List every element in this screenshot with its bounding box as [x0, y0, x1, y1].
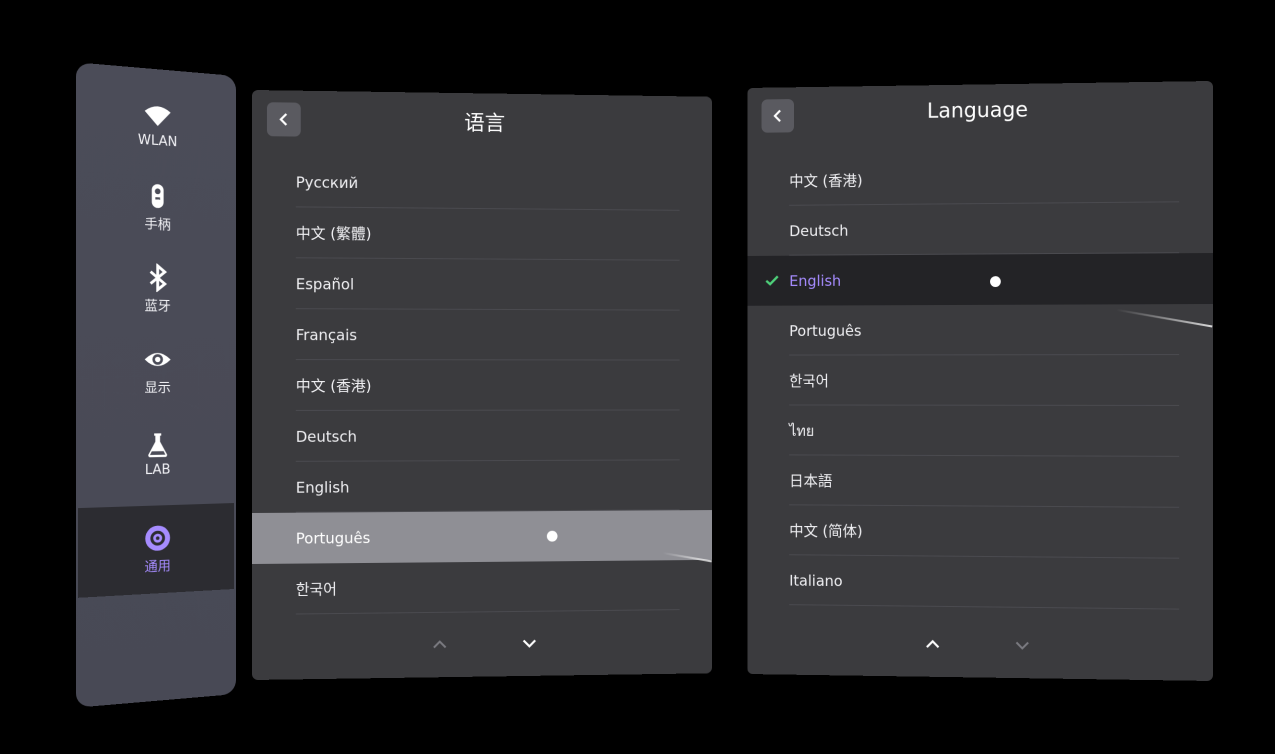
language-option[interactable]: ไทย [747, 405, 1213, 457]
language-label: Italiano [789, 571, 842, 589]
sidebar-item-label: LAB [145, 462, 171, 478]
language-option[interactable]: Deutsch [252, 410, 712, 462]
language-label: ไทย [789, 419, 814, 443]
wifi-icon [143, 101, 171, 132]
chevron-up-icon [924, 635, 941, 653]
language-option[interactable]: Français [252, 309, 712, 361]
language-label: English [296, 478, 350, 496]
language-label: 中文 (繁體) [296, 222, 372, 243]
sidebar-item-wlan[interactable]: WLAN [78, 84, 234, 166]
language-option[interactable]: 中文 (繁體) [252, 207, 712, 261]
language-label: Español [296, 275, 354, 293]
language-option[interactable]: English [252, 460, 712, 513]
page-up-button[interactable] [429, 634, 451, 656]
sidebar-item-label: 蓝牙 [144, 295, 170, 315]
page-title: 语言 [252, 104, 712, 140]
language-label: English [789, 272, 841, 290]
sidebar-item-label: WLAN [138, 132, 177, 150]
flask-icon [143, 431, 171, 460]
language-option[interactable]: Español [252, 258, 712, 311]
language-panel-en: Language 中文 (香港) Deutsch English Portugu… [747, 81, 1213, 681]
language-list: 中文 (香港) Deutsch English Português 한국어 ไท… [747, 151, 1213, 610]
chevron-up-icon [431, 636, 449, 654]
pagination [252, 630, 712, 658]
language-option[interactable]: Русский [252, 156, 712, 211]
language-option[interactable]: 日本語 [747, 455, 1213, 508]
checkmark-icon [764, 272, 779, 288]
language-option[interactable]: Português [747, 304, 1213, 356]
language-label: Русский [296, 173, 358, 192]
language-option-selected[interactable]: English [747, 253, 1213, 306]
language-label: Deutsch [789, 221, 848, 239]
language-label: Français [296, 326, 357, 344]
chevron-down-icon [1014, 636, 1032, 654]
page-up-button[interactable] [922, 633, 943, 655]
language-panel-zh: 语言 Русский 中文 (繁體) Español Français 中文 (… [252, 90, 712, 680]
chevron-down-icon [521, 634, 538, 652]
language-option[interactable]: 한국어 [747, 355, 1213, 406]
language-label: 中文 (简体) [789, 520, 862, 541]
language-label: Português [789, 322, 861, 340]
sidebar-item-label: 通用 [144, 555, 170, 576]
sidebar-item-bluetooth[interactable]: 蓝牙 [78, 250, 234, 326]
gear-icon [143, 523, 171, 553]
language-option-hovered[interactable]: Português [252, 510, 712, 564]
language-option[interactable]: 中文 (简体) [747, 505, 1213, 559]
pointer-cursor [990, 276, 1001, 287]
page-down-button[interactable] [1012, 634, 1034, 656]
language-option[interactable]: 中文 (香港) [747, 151, 1213, 206]
language-label: 中文 (香港) [789, 170, 862, 191]
eye-icon [143, 345, 171, 374]
pagination [747, 631, 1213, 659]
sidebar-item-display[interactable]: 显示 [78, 334, 234, 407]
language-label: Português [296, 529, 371, 547]
language-list: Русский 中文 (繁體) Español Français 中文 (香港)… [252, 156, 712, 615]
sidebar-item-general[interactable]: 通用 [78, 503, 234, 598]
sidebar-item-label: 手柄 [144, 213, 170, 234]
sidebar-item-lab[interactable]: LAB [78, 418, 234, 492]
page-title: Language [747, 95, 1213, 125]
language-option[interactable]: Deutsch [747, 202, 1213, 256]
language-label: 日本語 [789, 470, 832, 491]
language-label: 中文 (香港) [296, 375, 372, 396]
language-option[interactable]: 中文 (香港) [252, 360, 712, 411]
bluetooth-icon [143, 263, 171, 292]
page-down-button[interactable] [519, 632, 540, 654]
controller-icon [143, 181, 171, 211]
language-option[interactable]: 한국어 [252, 560, 712, 615]
row-divider [296, 609, 680, 614]
sidebar-item-controller[interactable]: 手柄 [78, 167, 234, 246]
language-label: 한국어 [789, 370, 829, 391]
language-option[interactable]: Italiano [747, 555, 1213, 610]
sidebar-item-label: 显示 [144, 377, 170, 396]
row-divider [789, 604, 1179, 609]
pointer-cursor [547, 531, 558, 542]
language-label: Deutsch [296, 427, 357, 445]
language-label: 한국어 [296, 578, 337, 599]
